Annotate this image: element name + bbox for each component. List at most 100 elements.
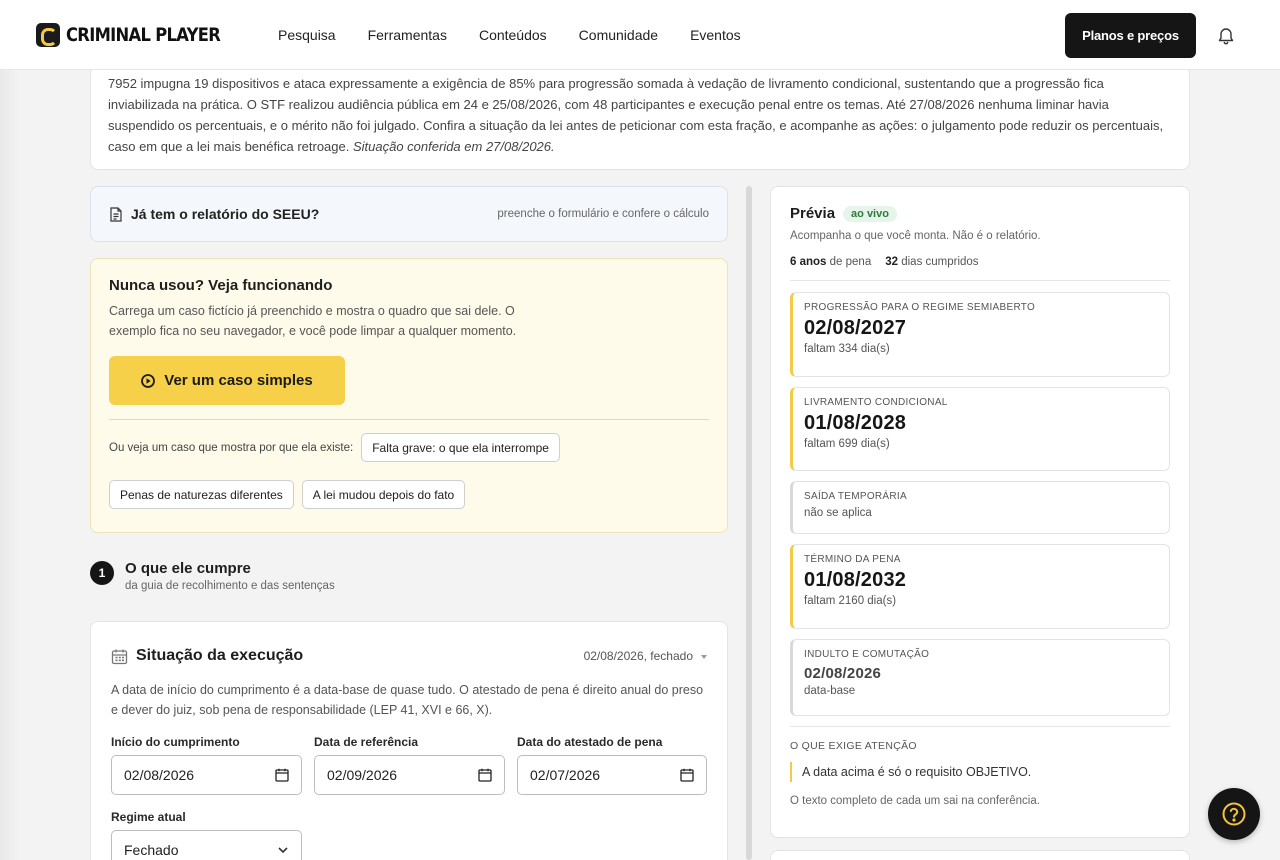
field-attestation: Data do atestado de pena 02/07/2026 (517, 735, 707, 795)
preview-panel: Prévia ao vivo Acompanha o que você mont… (770, 186, 1190, 838)
milestone-label: INDULTO E COMUTAÇÃO (804, 649, 930, 660)
nav-item-comunidade[interactable]: Comunidade (579, 27, 658, 43)
date-fields: Início do cumprimento 02/08/2026 Data de… (111, 735, 707, 795)
milestone-label: SAÍDA TEMPORÁRIA (804, 491, 907, 502)
law-notice-checked: Situação conferida em 27/08/2026. (352, 139, 555, 154)
step-1-header: 1 O que ele cumpre da guia de recolhimen… (90, 560, 335, 592)
milestones-list: PROGRESSÃO PARA O REGIME SEMIABERTO 02/0… (790, 292, 1170, 716)
attestation-date-value: 02/07/2026 (530, 767, 601, 783)
attestation-date-input[interactable]: 02/07/2026 (517, 755, 707, 795)
next-panel-card (770, 850, 1190, 860)
milestone-label: TÉRMINO DA PENA (804, 554, 901, 565)
execution-summary-text: 02/08/2026, fechado (583, 649, 693, 663)
milestone-note: data-base (804, 685, 856, 697)
days-stat: 32 dias cumpridos (885, 256, 979, 268)
milestone-progression: PROGRESSÃO PARA O REGIME SEMIABERTO 02/0… (790, 292, 1170, 377)
attention-footer: O texto completo de cada um sai na confe… (790, 795, 1040, 807)
milestone-parole: LIVRAMENTO CONDICIONAL 01/08/2028 faltam… (790, 387, 1170, 471)
milestone-date: 01/08/2028 (804, 412, 907, 434)
play-icon (141, 373, 156, 388)
chip-falta-grave[interactable]: Falta grave: o que ela interrompe (361, 433, 560, 462)
start-date-value: 02/08/2026 (124, 767, 195, 783)
milestone-date: 01/08/2032 (804, 569, 907, 591)
demo-card: Nunca usou? Veja funcionando Carrega um … (90, 258, 728, 533)
nav-item-conteudos[interactable]: Conteúdos (479, 27, 547, 43)
reference-date-value: 02/09/2026 (327, 767, 398, 783)
bell-icon[interactable] (1216, 26, 1236, 46)
help-icon (1222, 802, 1246, 826)
law-notice-text: 7952 impugna 19 dispositivos e ataca exp… (108, 76, 1164, 154)
milestone-label: LIVRAMENTO CONDICIONAL (804, 397, 948, 408)
calendar-picker-icon[interactable] (680, 768, 694, 782)
field-attestation-label: Data do atestado de pena (517, 735, 663, 749)
left-gutter (0, 70, 20, 860)
seeu-title: Já tem o relatório do SEEU? (131, 206, 320, 222)
attention-item: A data acima é só o requisito OBJETIVO. (790, 762, 1170, 782)
seeu-report-card[interactable]: Já tem o relatório do SEEU? preenche o f… (90, 186, 728, 242)
seeu-hint: preenche o formulário e confere o cálcul… (497, 208, 709, 220)
regime-value: Fechado (124, 842, 179, 858)
sentence-stat: 6 anos de pena (790, 256, 872, 268)
milestone-pardon: INDULTO E COMUTAÇÃO 02/08/2026 data-base (790, 639, 1170, 716)
logo[interactable]: CRIMINAL PLAYER (36, 23, 245, 47)
criminal-player-logo-icon (36, 23, 60, 47)
field-start-label: Início do cumprimento (111, 735, 240, 749)
preview-header: Prévia ao vivo (790, 205, 1170, 222)
top-navigation-bar: CRIMINAL PLAYER Pesquisa Ferramentas Con… (0, 0, 1280, 70)
view-simple-case-button[interactable]: Ver um caso simples (109, 356, 345, 405)
nav-item-eventos[interactable]: Eventos (690, 27, 741, 43)
live-badge: ao vivo (843, 205, 897, 222)
milestone-note: faltam 699 dia(s) (804, 438, 890, 450)
law-status-notice: 7952 impugna 19 dispositivos e ataca exp… (90, 66, 1190, 170)
attention-title: O QUE EXIGE ATENÇÃO (790, 740, 917, 752)
milestone-note: não se aplica (804, 507, 872, 519)
field-start: Início do cumprimento 02/08/2026 (111, 735, 302, 795)
logo-text: CRIMINAL PLAYER (66, 24, 221, 46)
nav-item-ferramentas[interactable]: Ferramentas (368, 27, 447, 43)
regime-select[interactable]: Fechado (111, 830, 302, 860)
execution-header[interactable]: Situação da execução 02/08/2026, fechado (111, 647, 707, 665)
field-reference: Data de referência 02/09/2026 (314, 735, 505, 795)
preview-subtitle: Acompanha o que você monta. Não é o rela… (790, 230, 1041, 242)
execution-title: Situação da execução (136, 647, 304, 664)
step-subtitle: da guia de recolhimento e das sentenças (125, 580, 335, 592)
milestone-note: faltam 334 dia(s) (804, 343, 890, 355)
left-column-scrollbar[interactable] (746, 186, 752, 860)
reference-date-input[interactable]: 02/09/2026 (314, 755, 505, 795)
milestone-date: 02/08/2026 (804, 665, 882, 682)
execution-summary[interactable]: 02/08/2026, fechado (584, 649, 707, 663)
demo-title: Nunca usou? Veja funcionando (109, 277, 333, 294)
help-button[interactable] (1208, 788, 1260, 840)
milestone-temporary-leave: SAÍDA TEMPORÁRIA não se aplica (790, 481, 1170, 534)
nav-item-pesquisa[interactable]: Pesquisa (278, 27, 336, 43)
regime-label: Regime atual (111, 810, 186, 824)
preview-title: Prévia (790, 205, 836, 222)
chips-label: Ou veja um caso que mostra por que ela e… (109, 441, 354, 454)
execution-description: A data de início do cumprimento é a data… (111, 683, 704, 717)
start-date-input[interactable]: 02/08/2026 (111, 755, 302, 795)
chip-penas-naturezas[interactable]: Penas de naturezas diferentes (109, 480, 294, 509)
view-simple-case-label: Ver um caso simples (164, 372, 313, 389)
main-nav: Pesquisa Ferramentas Conteúdos Comunidad… (278, 27, 741, 43)
milestone-date: 02/08/2027 (804, 317, 907, 339)
step-title: O que ele cumpre (125, 560, 251, 577)
calendar-picker-icon[interactable] (275, 768, 289, 782)
demo-text: Carrega um caso fictício já preenchido e… (109, 304, 517, 338)
document-icon (110, 206, 122, 222)
field-reference-label: Data de referência (314, 735, 419, 749)
plans-button[interactable]: Planos e preços (1065, 13, 1196, 58)
chip-lei-mudou[interactable]: A lei mudou depois do fato (301, 480, 466, 509)
caret-down-icon (701, 654, 707, 659)
milestone-sentence-end: TÉRMINO DA PENA 01/08/2032 faltam 2160 d… (790, 544, 1170, 629)
milestone-note: faltam 2160 dia(s) (804, 595, 897, 607)
step-number: 1 (90, 561, 114, 585)
chevron-down-icon (278, 847, 288, 854)
calendar-picker-icon[interactable] (478, 768, 492, 782)
attention-section: O QUE EXIGE ATENÇÃO A data acima é só o … (790, 726, 1170, 807)
example-case-chips: Ou veja um caso que mostra por que ela e… (109, 433, 709, 509)
divider (109, 419, 709, 420)
milestone-label: PROGRESSÃO PARA O REGIME SEMIABERTO (804, 302, 1036, 313)
preview-stats: 6 anos de pena 32 dias cumpridos (790, 256, 1170, 281)
execution-situation-card: Situação da execução 02/08/2026, fechado… (90, 621, 728, 860)
calendar-icon (111, 649, 128, 664)
